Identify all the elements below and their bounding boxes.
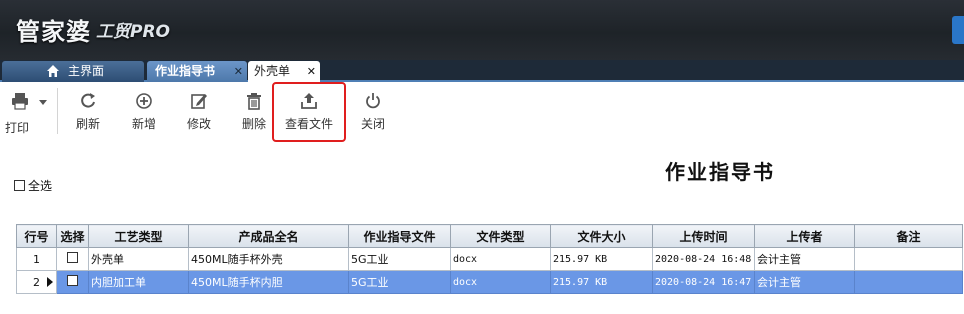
row-select-cell[interactable] (56, 247, 89, 271)
row-select-cell[interactable] (56, 270, 89, 294)
process-type-cell[interactable]: 内胆加工单 (88, 270, 189, 294)
print-button[interactable]: 打印 (2, 90, 50, 135)
file-type-cell[interactable]: docx (450, 270, 551, 294)
uploader-cell[interactable]: 会计主管 (754, 247, 855, 271)
tab-bar: 主界面 作业指导书 ✕ 外壳单 ✕ (0, 60, 964, 82)
toolbar: 打印 刷新 新增 修改 删除 查看文件 关闭 (0, 84, 964, 140)
row-number-cell: 2 (16, 270, 57, 294)
upload-time-cell[interactable]: 2020-08-24 16:48 (652, 247, 755, 271)
plus-circle-icon (136, 93, 152, 109)
table-row[interactable]: 1 外壳单 450ML随手杯外壳 5G工业 docx 215.97 KB 202… (16, 247, 963, 271)
file-type-cell[interactable]: docx (450, 247, 551, 271)
product-name-cell[interactable]: 450ML随手杯外壳 (188, 247, 349, 271)
home-icon (47, 65, 59, 77)
file-cell[interactable]: 5G工业 (348, 247, 451, 271)
column-header[interactable]: 选择 (56, 224, 89, 248)
tab-work-instruction[interactable]: 作业指导书 ✕ (147, 61, 247, 82)
current-row-arrow-icon (47, 277, 53, 287)
file-size-cell[interactable]: 215.97 KB (550, 247, 653, 271)
edit-icon (191, 94, 207, 109)
uploader-cell[interactable]: 会计主管 (754, 270, 855, 294)
refresh-button[interactable]: 刷新 (68, 90, 108, 134)
tab-home[interactable]: 主界面 (2, 61, 144, 82)
file-cell[interactable]: 5G工业 (348, 270, 451, 294)
printer-icon (12, 93, 29, 110)
close-icon[interactable]: ✕ (234, 61, 243, 82)
toolbar-divider (57, 88, 58, 134)
process-type-cell[interactable]: 外壳单 (88, 247, 189, 271)
tab-shell-order[interactable]: 外壳单 ✕ (248, 61, 320, 82)
select-all-label: 全选 (28, 179, 53, 193)
power-icon (366, 93, 380, 109)
print-label: 打印 (5, 121, 30, 135)
column-header[interactable]: 备注 (854, 224, 963, 248)
column-header[interactable]: 文件类型 (450, 224, 551, 248)
column-header[interactable]: 作业指导文件 (348, 224, 451, 248)
add-label: 新增 (131, 117, 156, 131)
column-header[interactable]: 工艺类型 (88, 224, 189, 248)
app-logo-sub: 工贸PRO (96, 22, 171, 42)
column-header[interactable]: 文件大小 (550, 224, 653, 248)
edit-label: 修改 (186, 117, 211, 131)
chevron-down-icon[interactable] (38, 98, 47, 106)
row-number: 2 (33, 275, 40, 289)
close-label: 关闭 (360, 117, 385, 131)
row-checkbox[interactable] (67, 252, 78, 263)
edit-button[interactable]: 修改 (179, 90, 219, 134)
note-cell[interactable] (854, 247, 963, 271)
tab-work-instruction-label: 作业指导书 (155, 64, 216, 78)
app-logo: 管家婆 (16, 17, 91, 46)
product-name-cell[interactable]: 450ML随手杯内胆 (188, 270, 349, 294)
trash-icon (247, 93, 261, 110)
refresh-icon (81, 93, 95, 108)
upload-time-cell[interactable]: 2020-08-24 16:47 (652, 270, 755, 294)
highlight-box (272, 82, 346, 142)
page-title: 作业指导书 (665, 160, 775, 184)
column-header[interactable]: 行号 (16, 224, 57, 248)
column-header[interactable]: 上传者 (754, 224, 855, 248)
add-button[interactable]: 新增 (124, 90, 164, 134)
refresh-label: 刷新 (75, 117, 100, 131)
row-number: 1 (16, 247, 57, 271)
app-header: 管家婆 工贸PRO (0, 0, 964, 60)
delete-button[interactable]: 删除 (234, 90, 274, 134)
column-header[interactable]: 上传时间 (652, 224, 755, 248)
document-table: 行号 选择 工艺类型 产成品全名 作业指导文件 文件类型 文件大小 上传时间 上… (16, 224, 963, 294)
select-all-checkbox[interactable] (14, 180, 25, 191)
select-all[interactable]: 全选 (14, 179, 52, 193)
corner-badge[interactable] (952, 16, 964, 44)
close-button[interactable]: 关闭 (353, 90, 393, 134)
table-header-row: 行号 选择 工艺类型 产成品全名 作业指导文件 文件类型 文件大小 上传时间 上… (16, 224, 963, 248)
file-size-cell[interactable]: 215.97 KB (550, 270, 653, 294)
delete-label: 删除 (241, 117, 266, 131)
column-header[interactable]: 产成品全名 (188, 224, 349, 248)
close-icon[interactable]: ✕ (307, 61, 316, 82)
tab-shell-order-label: 外壳单 (254, 64, 291, 78)
table-row[interactable]: 2 内胆加工单 450ML随手杯内胆 5G工业 docx 215.97 KB 2… (16, 270, 963, 294)
row-checkbox[interactable] (67, 275, 78, 286)
note-cell[interactable] (854, 270, 963, 294)
